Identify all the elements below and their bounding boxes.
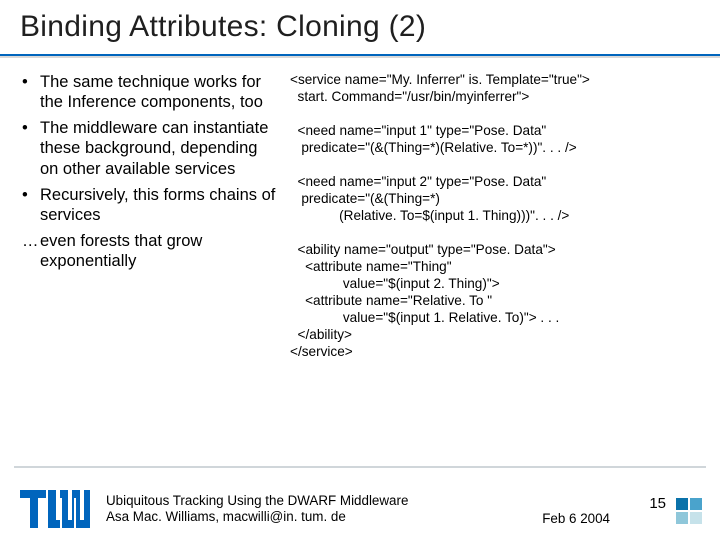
- tum-logo-icon: [20, 490, 90, 528]
- right-column: <service name="My. Inferrer" is. Templat…: [290, 72, 700, 361]
- code-line: <need name="input 2" type="Pose. Data": [290, 174, 546, 189]
- bullet-text: The middleware can instantiate these bac…: [40, 119, 268, 177]
- left-column: • The same technique works for the Infer…: [20, 72, 278, 361]
- bullet-text: Recursively, this forms chains of servic…: [40, 186, 275, 224]
- bullet-item: • The middleware can instantiate these b…: [20, 118, 278, 178]
- bullet-mark: •: [22, 185, 28, 205]
- code-line: (Relative. To=$(input 1. Thing)))". . . …: [290, 208, 569, 223]
- bullet-item: • Recursively, this forms chains of serv…: [20, 185, 278, 225]
- bullet-item: • The same technique works for the Infer…: [20, 72, 278, 112]
- footer-line2: Asa Mac. Williams, macwilli@in. tum. de: [106, 509, 408, 526]
- bullet-item: … even forests that grow exponentially: [20, 231, 278, 271]
- footer-rule: [14, 466, 706, 468]
- bullet-mark: •: [22, 118, 28, 138]
- bullet-mark: •: [22, 72, 28, 92]
- code-line: [290, 106, 294, 121]
- code-line: [290, 225, 294, 240]
- bullet-text: The same technique works for the Inferen…: [40, 73, 263, 111]
- footer: Ubiquitous Tracking Using the DWARF Midd…: [0, 466, 720, 540]
- code-line: <ability name="output" type="Pose. Data"…: [290, 242, 556, 257]
- bullet-mark: …: [22, 231, 39, 251]
- code-block: <service name="My. Inferrer" is. Templat…: [290, 72, 700, 361]
- code-line: <need name="input 1" type="Pose. Data": [290, 123, 546, 138]
- slide-title: Binding Attributes: Cloning (2): [20, 10, 700, 44]
- footer-text: Ubiquitous Tracking Using the DWARF Midd…: [106, 493, 408, 527]
- code-line: start. Command="/usr/bin/myinferrer">: [290, 89, 529, 104]
- bullet-list: • The same technique works for the Infer…: [20, 72, 278, 271]
- footer-line1: Ubiquitous Tracking Using the DWARF Midd…: [106, 493, 408, 510]
- code-line: </ability>: [290, 327, 352, 342]
- corner-squares-icon: [676, 498, 704, 526]
- footer-date: Feb 6 2004: [542, 511, 610, 526]
- code-line: <attribute name="Relative. To ": [290, 293, 492, 308]
- code-line: <service name="My. Inferrer" is. Templat…: [290, 72, 590, 87]
- code-line: value="$(input 2. Thing)">: [290, 276, 500, 291]
- code-line: value="$(input 1. Relative. To)"> . . .: [290, 310, 559, 325]
- code-line: predicate="(&(Thing=*): [290, 191, 440, 206]
- code-line: <attribute name="Thing": [290, 259, 452, 274]
- code-line: predicate="(&(Thing=*)(Relative. To=*))"…: [290, 140, 577, 155]
- code-line: [290, 157, 294, 172]
- page-number: 15: [649, 495, 666, 512]
- slide-body: • The same technique works for the Infer…: [0, 58, 720, 361]
- code-line: </service>: [290, 344, 353, 359]
- bullet-text: even forests that grow exponentially: [40, 232, 202, 270]
